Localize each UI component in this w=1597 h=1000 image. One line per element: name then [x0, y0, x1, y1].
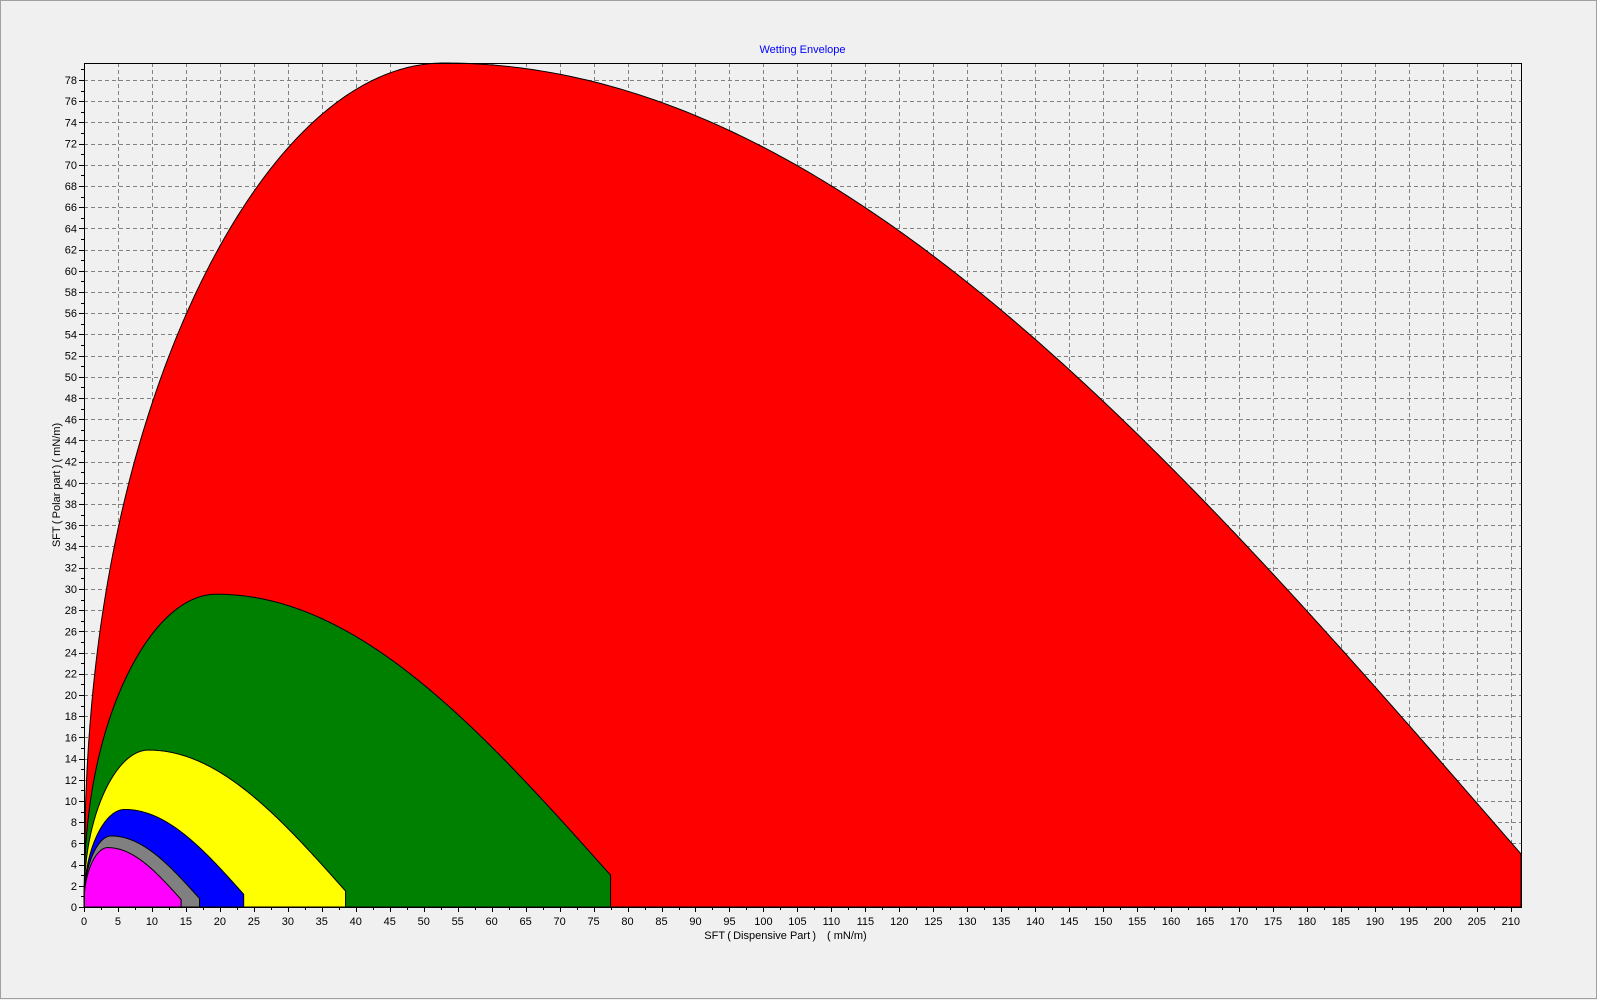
chart-title: Wetting Envelope [759, 44, 845, 56]
x-tick-label: 145 [1060, 916, 1078, 928]
y-tick-label: 30 [65, 584, 77, 596]
x-tick-label: 55 [452, 916, 464, 928]
y-tick-label: 78 [65, 75, 77, 87]
y-tick-label: 60 [65, 266, 77, 278]
x-tick-label: 190 [1366, 916, 1384, 928]
y-tick-label: 76 [65, 96, 77, 108]
y-tick-label: 10 [65, 796, 77, 808]
y-tick-label: 16 [65, 732, 77, 744]
y-tick-label: 64 [65, 223, 77, 235]
x-tick-label: 15 [180, 916, 192, 928]
y-tick-label: 56 [65, 308, 77, 320]
y-tick-label: 54 [65, 329, 77, 341]
envelope-layer [83, 62, 1522, 908]
y-tick-label: 42 [65, 457, 77, 469]
y-tick-label: 52 [65, 351, 77, 363]
x-tick-label: 155 [1128, 916, 1146, 928]
x-tick-label: 175 [1264, 916, 1282, 928]
y-tick-label: 66 [65, 202, 77, 214]
x-tick-label: 130 [958, 916, 976, 928]
y-tick-label: 44 [65, 435, 77, 447]
y-tick-label: 38 [65, 499, 77, 511]
x-tick-label: 75 [587, 916, 599, 928]
y-tick-label: 62 [65, 245, 77, 257]
x-tick-label: 95 [723, 916, 735, 928]
x-tick-label: 115 [857, 916, 875, 928]
x-tick-label: 135 [992, 916, 1010, 928]
x-tick-label: 85 [655, 916, 667, 928]
x-tick-label: 70 [553, 916, 565, 928]
y-tick-label: 58 [65, 287, 77, 299]
x-tick-label: 35 [316, 916, 328, 928]
y-tick-label: 68 [65, 181, 77, 193]
y-tick-label: 8 [71, 817, 77, 829]
x-axis-label: SFT ( Dispensive Part ) ( mN/m) [704, 930, 866, 942]
y-tick-label: 6 [71, 838, 77, 850]
x-tick-label: 110 [823, 916, 841, 928]
y-tick-label: 36 [65, 520, 77, 532]
x-tick-label: 150 [1094, 916, 1112, 928]
y-tick-label: 24 [65, 648, 77, 660]
x-tick-label: 105 [788, 916, 806, 928]
x-tick-label: 45 [384, 916, 396, 928]
y-tick-label: 32 [65, 563, 77, 575]
x-tick-label: 140 [1026, 916, 1044, 928]
wetting-envelope-chart: 0 5 10 15 20 25 30 35 40 45 50 55 60 65 70 75 80 85 90 95 10… [51, 44, 1522, 942]
x-tick-label: 30 [282, 916, 294, 928]
chart-frame: 0 5 10 15 20 25 30 35 40 45 50 55 60 65 70 75 80 85 90 95 10… [0, 0, 1597, 999]
y-tick-label: 34 [65, 541, 77, 553]
y-tick-label: 22 [65, 669, 77, 681]
y-tick-label: 48 [65, 393, 77, 405]
x-tick-label: 10 [146, 916, 158, 928]
x-tick-label: 40 [350, 916, 362, 928]
x-tick-label: 60 [486, 916, 498, 928]
y-tick-label: 0 [71, 902, 77, 914]
y-tick-label: 72 [65, 139, 77, 151]
x-tick-label: 210 [1502, 916, 1520, 928]
y-tick-label: 12 [65, 775, 77, 787]
x-tick-label: 80 [621, 916, 633, 928]
x-tick-label: 0 [81, 916, 87, 928]
y-tick-label: 14 [65, 754, 77, 766]
x-tick-label: 165 [1196, 916, 1214, 928]
x-tick-label: 65 [520, 916, 532, 928]
x-tick-label: 180 [1298, 916, 1316, 928]
x-tick-label: 20 [214, 916, 226, 928]
y-tick-label: 20 [65, 690, 77, 702]
x-tick-label: 205 [1468, 916, 1486, 928]
x-tick-label: 100 [754, 916, 772, 928]
y-tick-label: 26 [65, 626, 77, 638]
y-tick-label: 2 [71, 881, 77, 893]
x-tick-label: 185 [1332, 916, 1350, 928]
y-tick-label: 50 [65, 372, 77, 384]
y-tick-label: 4 [71, 860, 77, 872]
x-tick-label: 25 [248, 916, 260, 928]
y-tick-label: 70 [65, 160, 77, 172]
x-tick-label: 50 [418, 916, 430, 928]
y-tick-label: 28 [65, 605, 77, 617]
y-tick-label: 18 [65, 711, 77, 723]
y-tick-label: 46 [65, 414, 77, 426]
x-tick-label: 170 [1230, 916, 1248, 928]
y-tick-label: 40 [65, 478, 77, 490]
x-tick-label: 125 [924, 916, 942, 928]
y-tick-label: 74 [65, 117, 77, 129]
x-tick-label: 195 [1400, 916, 1418, 928]
x-tick-label: 5 [115, 916, 121, 928]
x-tick-label: 120 [890, 916, 908, 928]
y-axis-label: SFT ( Polar part ) ( mN/m) [51, 423, 63, 547]
x-tick-label: 90 [689, 916, 701, 928]
x-tick-label: 160 [1162, 916, 1180, 928]
x-tick-label: 200 [1434, 916, 1452, 928]
